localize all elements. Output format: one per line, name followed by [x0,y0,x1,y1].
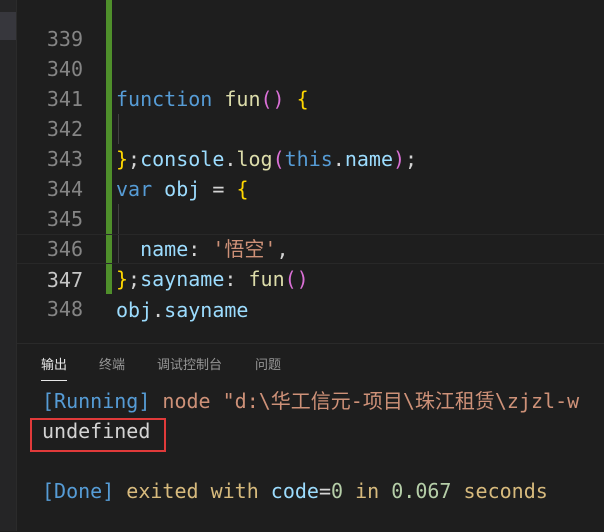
code-label: code [270,479,319,503]
code-line: 346 }; [17,204,604,291]
code-line: 342 }; [17,84,604,171]
tab-terminal[interactable]: 终端 [99,356,125,380]
running-tag: [Running] [42,389,151,413]
result-highlight-box [30,418,166,452]
identifier-token: obj [116,298,153,322]
code-line: 345 sayname: fun() [17,174,604,291]
in-word: in [355,479,380,503]
property-token: sayname [164,298,249,322]
code-equals: = [318,479,332,503]
code-line: 343 var obj = { [17,114,604,201]
line-number: 348 [46,297,83,321]
code-line: 341 console.log(this.name); [17,54,604,171]
tab-output[interactable]: 输出 [41,356,68,381]
code-content: obj.sayname [116,295,248,325]
tab-problems[interactable]: 问题 [255,356,281,380]
exited-with-text: exited with [126,479,259,503]
code-line: 340 function fun() { [17,24,604,111]
code-line: 344 name: '悟空', [17,144,604,261]
code-line-current: 347 obj.sayname [17,234,604,322]
tab-debug-console[interactable]: 调试控制台 [157,356,222,380]
seconds-word: seconds [463,479,548,503]
code-line: 348 [17,264,604,321]
code-value: 0 [331,479,344,503]
running-command: node "d:\华工信元-项目\珠江租赁\zjzl-w [162,389,580,413]
done-tag: [Done] [42,479,115,503]
sidebar-selected-item[interactable] [0,12,17,40]
sidebar-strip [0,0,17,531]
output-done-line: [Done] exited with code=0 in 0.067 secon… [42,477,548,505]
output-panel: 输出 终端 调试控制台 问题 [Running] node "d:\华工信元-项… [17,343,604,532]
punctuation-token: . [152,298,165,322]
time-value: 0.067 [391,479,452,503]
code-editor[interactable]: 339 340 function fun() { 341 console.log… [17,0,604,329]
output-running-line: [Running] node "d:\华工信元-项目\珠江租赁\zjzl-w [42,387,579,415]
code-line: 339 [17,0,604,51]
